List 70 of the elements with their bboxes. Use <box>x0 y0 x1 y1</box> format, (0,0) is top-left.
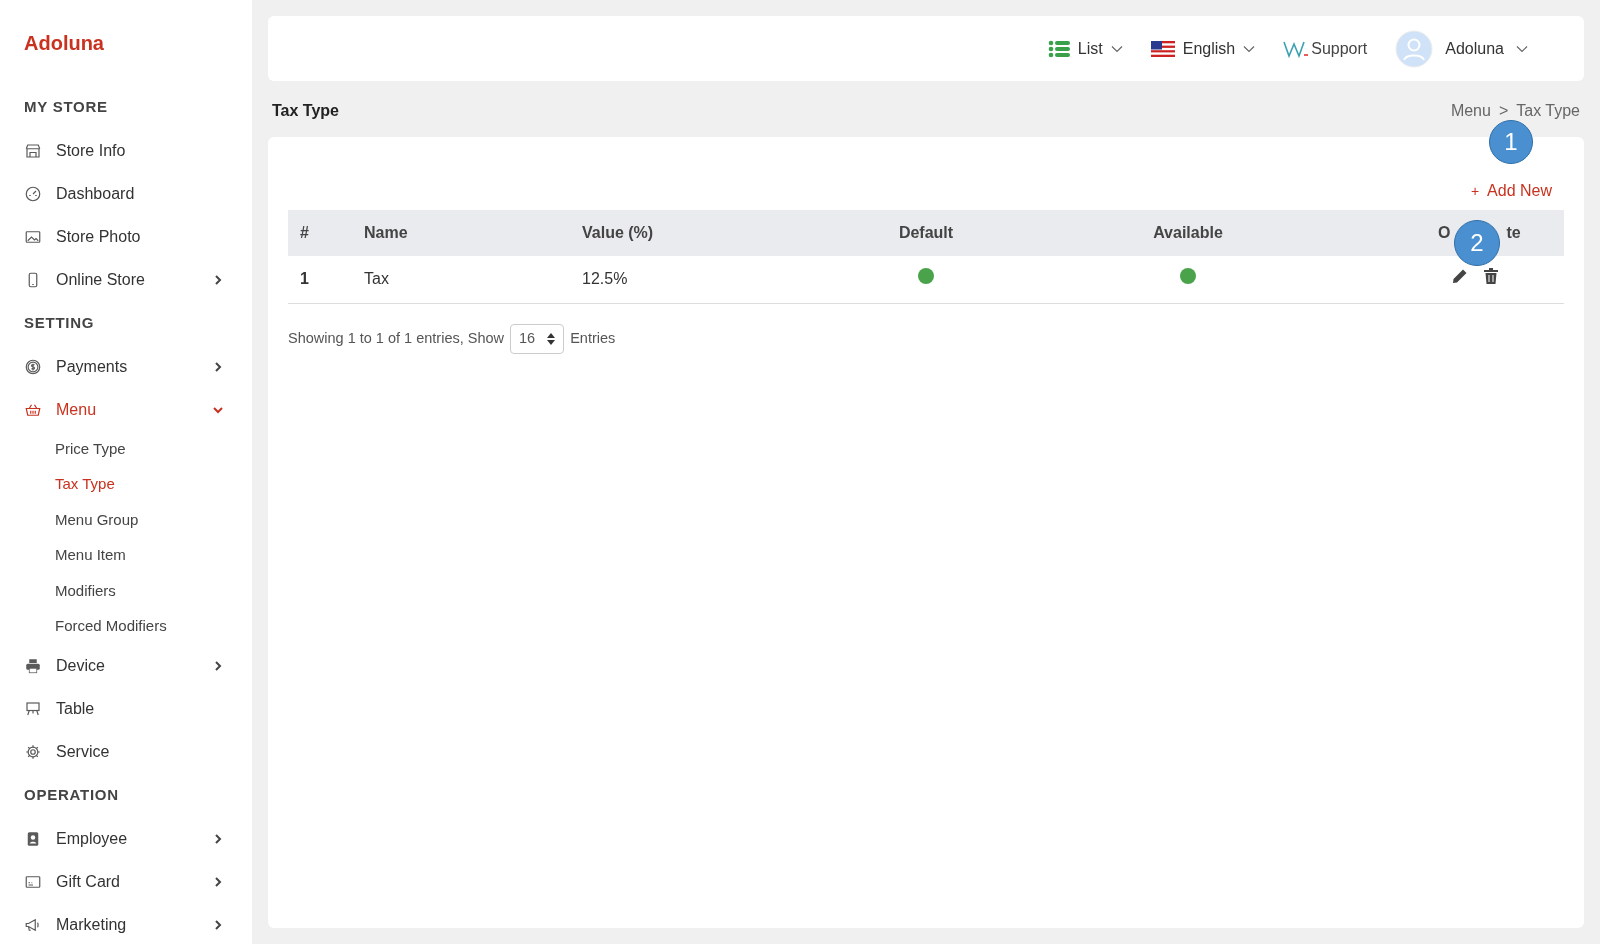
edit-button[interactable] <box>1452 268 1468 285</box>
submenu-item[interactable]: Forced Modifiers <box>55 608 224 644</box>
entries-info: Showing 1 to 1 of 1 entries, Show <box>288 328 505 348</box>
column-header: Name <box>364 224 408 241</box>
column-header: te <box>1506 223 1521 243</box>
chevron-right-icon <box>212 875 224 888</box>
submenu-item[interactable]: Modifiers <box>55 573 224 609</box>
section-heading: SETTING <box>24 312 96 333</box>
sidebar-item[interactable]: Marketing <box>24 903 224 944</box>
user-dropdown[interactable]: Adoluna <box>1395 29 1528 68</box>
us-flag-icon <box>1150 40 1175 57</box>
submenu-item[interactable]: Menu Item <box>55 537 224 573</box>
trash-icon <box>1484 268 1498 285</box>
submenu-item[interactable]: Price Type <box>55 431 224 467</box>
column-header: Available <box>1153 224 1223 241</box>
gauge-icon <box>24 184 42 203</box>
brand-logo[interactable]: Adoluna <box>24 28 224 58</box>
sidebar-item[interactable]: Service <box>24 730 224 773</box>
store-icon <box>24 141 42 160</box>
sidebar-item[interactable]: Store Info <box>24 129 224 172</box>
callout-badge: 1 <box>1489 120 1533 164</box>
sidebar-item[interactable]: Payments <box>24 345 224 388</box>
add-new-button[interactable]: + Add New <box>1470 179 1552 203</box>
page-title: Tax Type <box>272 101 339 121</box>
table-icon <box>24 699 42 718</box>
sidebar-item[interactable]: Menu <box>24 388 224 431</box>
pencil-icon <box>1452 268 1468 285</box>
chevron-right-icon <box>212 360 224 373</box>
submenu-item[interactable]: Tax Type <box>55 466 224 502</box>
caret-icon <box>1243 44 1256 53</box>
dollar-coin-icon <box>24 357 42 376</box>
sidebar-item[interactable]: Store Photo <box>24 215 224 258</box>
section-heading: OPERATION <box>24 784 120 805</box>
sidebar-item[interactable]: Device <box>24 644 224 687</box>
table-cell: Tax <box>352 256 570 303</box>
entries-label: Entries <box>570 328 616 348</box>
sidebar-item[interactable]: Dashboard <box>24 172 224 215</box>
chevron-right-icon <box>212 918 224 931</box>
printer-icon <box>24 656 42 675</box>
language-dropdown[interactable]: English <box>1150 36 1256 61</box>
list-icon <box>1047 39 1070 58</box>
sidebar-item[interactable]: Table <box>24 687 224 730</box>
sidebar-item[interactable]: Gift Card <box>24 860 224 903</box>
settings-icon <box>24 742 42 761</box>
sidebar-item[interactable]: Online Store <box>24 258 224 301</box>
column-header: O <box>1438 223 1451 243</box>
chevron-right-icon <box>212 832 224 845</box>
sidebar-item[interactable]: Employee <box>24 817 224 860</box>
table-cell: 1 <box>288 256 352 303</box>
caret-icon <box>1516 44 1528 53</box>
breadcrumb-link[interactable]: Menu <box>1450 99 1491 123</box>
caret-icon <box>1110 44 1123 53</box>
delete-button[interactable] <box>1484 268 1498 285</box>
chevron-right-icon <box>212 659 224 672</box>
breadcrumb-separator: > <box>1498 101 1509 121</box>
plus-icon: + <box>1470 180 1480 202</box>
section-heading: MY STORE <box>24 96 109 117</box>
column-header: Default <box>898 224 954 241</box>
view-dropdown[interactable]: List <box>1047 36 1123 61</box>
sort-arrows-icon <box>547 332 556 345</box>
page-size-select[interactable]: 16 <box>510 323 565 354</box>
chevron-right-icon <box>212 273 224 286</box>
breadcrumb-link[interactable]: Tax Type <box>1516 99 1580 123</box>
column-header: Value (%) <box>582 224 654 241</box>
table-cell: 12.5% <box>570 256 810 303</box>
avatar-icon <box>1395 29 1434 68</box>
submenu-item[interactable]: Menu Group <box>55 502 224 538</box>
column-header: # <box>300 224 309 241</box>
support-link[interactable]: Support <box>1283 36 1368 61</box>
w-logo-icon <box>1283 39 1310 58</box>
